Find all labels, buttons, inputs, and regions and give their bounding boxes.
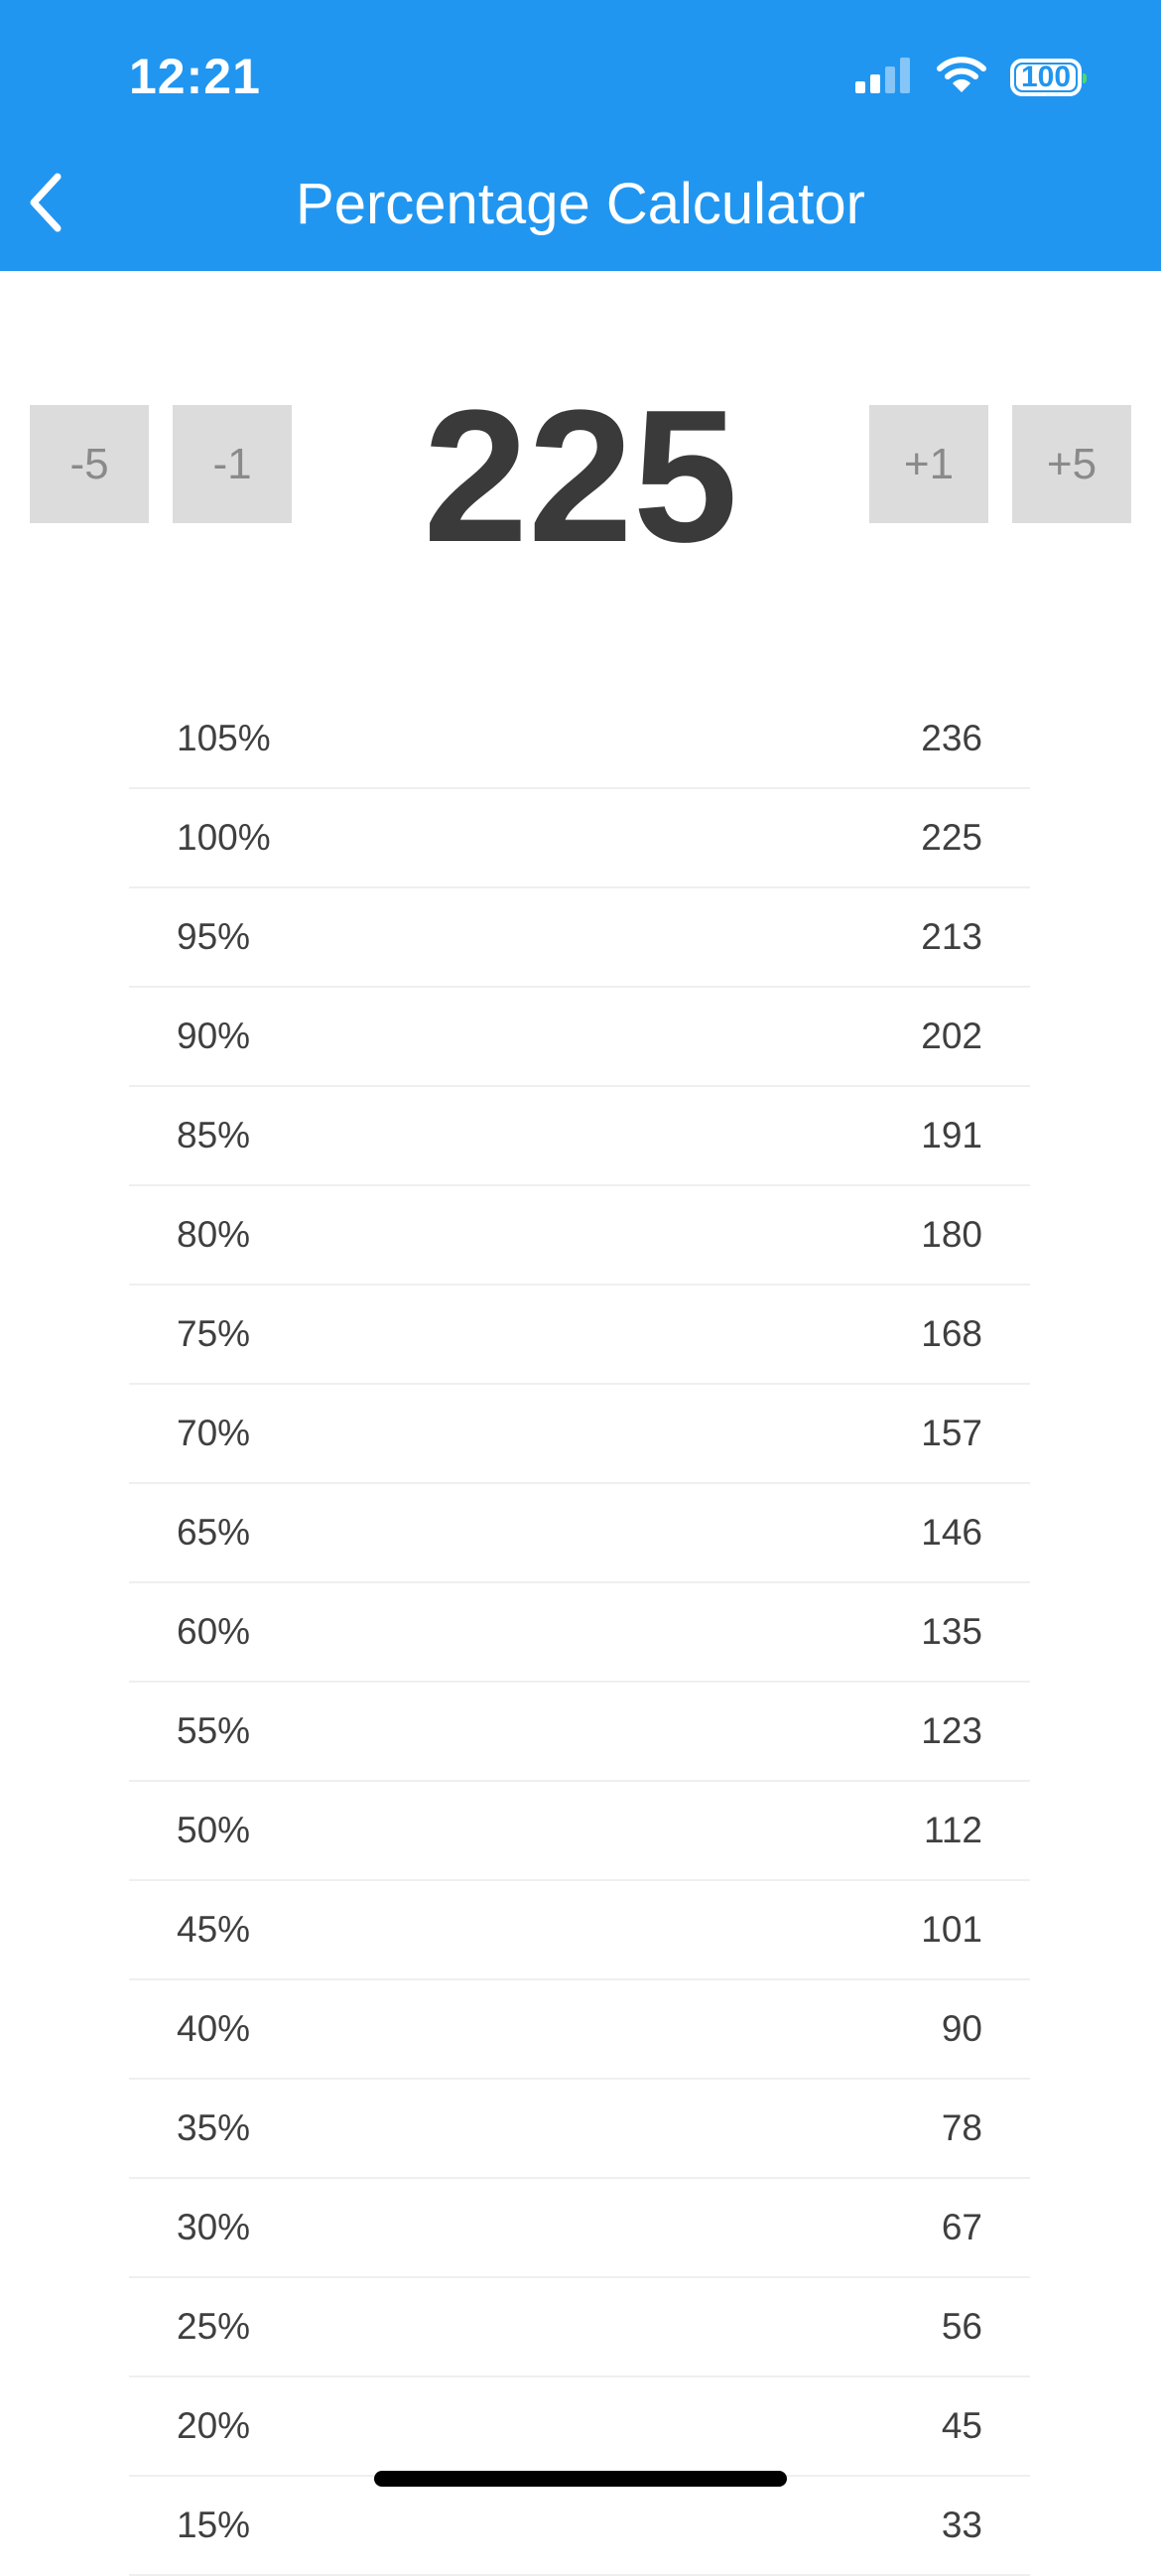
table-row: 30% 67 [129,2179,1030,2278]
percent-label: 105% [177,718,271,758]
percent-value: 67 [941,2207,982,2247]
percent-label: 25% [177,2306,251,2347]
percent-value: 56 [941,2306,982,2347]
table-row: 25% 56 [129,2278,1030,2377]
percent-label: 55% [177,1710,251,1751]
table-row: 15% 33 [129,2477,1030,2576]
battery-icon: 100 [1010,59,1087,96]
percent-label: 65% [177,1512,251,1553]
percent-label: 35% [177,2107,251,2148]
table-row: 35% 78 [129,2080,1030,2179]
table-row: 50% 112 [129,1782,1030,1881]
table-row: 55% 123 [129,1683,1030,1782]
percent-value: 123 [921,1710,982,1751]
table-row: 45% 101 [129,1881,1030,1980]
percent-label: 70% [177,1413,251,1453]
percent-label: 90% [177,1016,251,1056]
percent-label: 85% [177,1115,251,1155]
percent-value: 146 [921,1512,982,1553]
table-row: 60% 135 [129,1583,1030,1683]
percent-label: 20% [177,2405,251,2446]
percentage-table: 105% 236 100% 225 95% 213 90% 202 85% 191 80%… [129,690,1030,2576]
percent-value: 112 [924,1810,982,1850]
percent-label: 60% [177,1611,251,1652]
percent-value: 213 [921,916,982,957]
cellular-signal-icon [855,56,913,100]
percent-value: 180 [921,1214,982,1255]
percent-label: 30% [177,2207,251,2247]
status-time: 12:21 [129,49,261,104]
percent-value: 33 [941,2505,982,2545]
status-icons: 100 [855,56,1087,100]
percent-value: 225 [921,817,982,858]
percent-value: 236 [921,718,982,758]
table-row: 100% 225 [129,789,1030,888]
home-indicator[interactable] [374,2471,787,2487]
percent-value: 78 [941,2107,982,2148]
percent-label: 80% [177,1214,251,1255]
percent-value: 135 [921,1611,982,1652]
table-row: 40% 90 [129,1980,1030,2080]
table-row: 95% 213 [129,888,1030,988]
percent-value: 157 [921,1413,982,1453]
percent-label: 50% [177,1810,251,1850]
percent-label: 95% [177,916,251,957]
percent-value: 101 [921,1909,982,1950]
percent-label: 100% [177,817,271,858]
percent-value: 168 [921,1313,982,1354]
increment-1-button[interactable]: +1 [869,405,988,523]
percent-value: 202 [921,1016,982,1056]
page-title: Percentage Calculator [296,172,865,236]
percent-label: 15% [177,2505,251,2545]
app-header: 12:21 100 Percentage Calculator [0,0,1161,271]
percent-label: 45% [177,1909,251,1950]
percent-label: 75% [177,1313,251,1354]
table-row: 20% 45 [129,2377,1030,2477]
table-row: 105% 236 [129,690,1030,789]
percent-value: 45 [941,2405,982,2446]
table-row: 75% 168 [129,1286,1030,1385]
table-row: 80% 180 [129,1186,1030,1286]
table-row: 70% 157 [129,1385,1030,1484]
wifi-icon [937,56,986,100]
table-row: 85% 191 [129,1087,1030,1186]
table-row: 90% 202 [129,988,1030,1087]
battery-level: 100 [1020,61,1072,93]
table-row: 65% 146 [129,1484,1030,1583]
percent-value: 191 [921,1115,982,1155]
increment-5-button[interactable]: +5 [1012,405,1131,523]
percent-label: 40% [177,2008,251,2049]
percent-value: 90 [941,2008,982,2049]
